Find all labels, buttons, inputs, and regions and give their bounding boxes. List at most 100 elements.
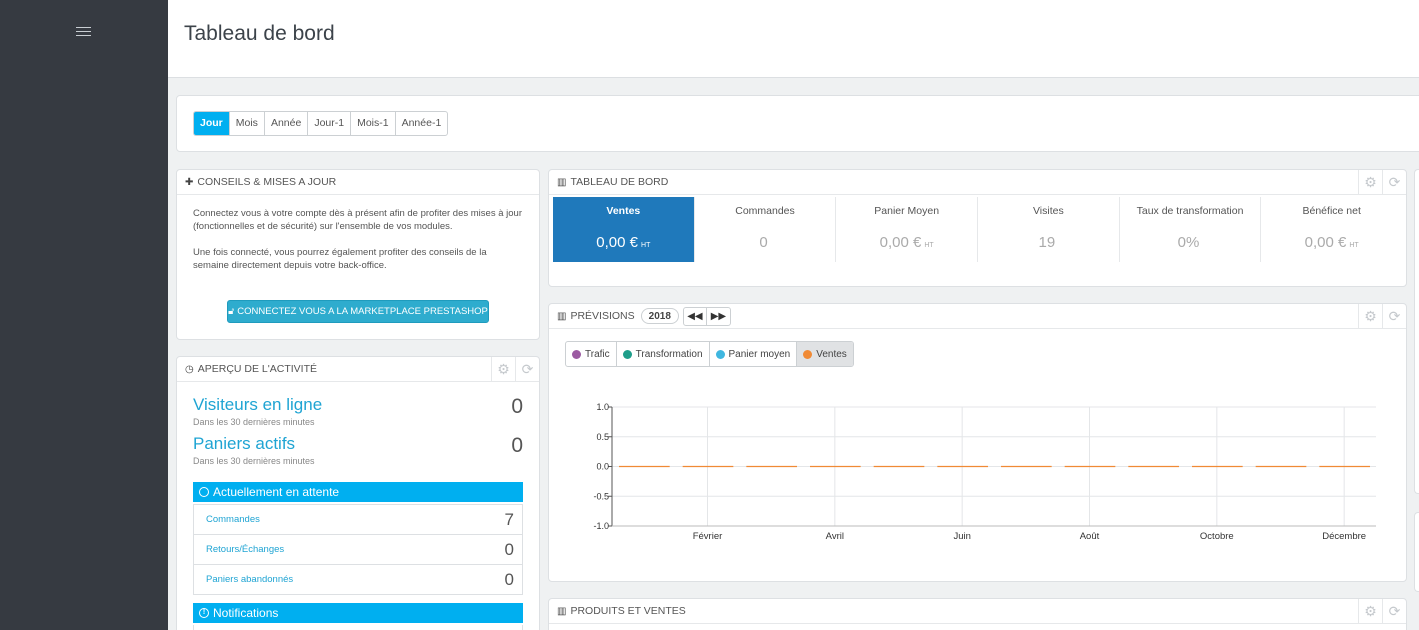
pending-section-header: Actuellement en attente — [193, 482, 523, 502]
kpi-label: Panier Moyen — [874, 205, 940, 217]
dashboard-kpi-panel: ▥ TABLEAU DE BORD ⚙ ⟳ Ventes 0,00 € HT Co… — [548, 169, 1407, 287]
stat-sublabel: Dans les 30 dernières minutes — [193, 456, 315, 466]
kpi-value: 0% — [1177, 234, 1200, 251]
period-annee[interactable]: Année — [265, 112, 309, 135]
section-title: Actuellement en attente — [213, 485, 340, 499]
y-tick-label: 0.5 — [596, 432, 609, 442]
gear-icon[interactable]: ⚙ — [491, 357, 515, 382]
legend-trafic[interactable]: Trafic — [566, 342, 617, 366]
kpi-commandes[interactable]: Commandes 0 — [695, 197, 837, 262]
gear-icon[interactable]: ⚙ — [1358, 599, 1382, 624]
forecast-panel: ▥ PRÉVISIONS 2018 ◀◀ ▶▶ ⚙ ⟳ Trafic Trans… — [548, 303, 1407, 582]
x-tick-label: Décembre — [1322, 531, 1366, 542]
next-year-icon[interactable]: ▶▶ — [707, 308, 730, 325]
gear-icon[interactable]: ⚙ — [1358, 304, 1382, 329]
conseils-paragraph: Connectez vous à votre compte dès à prés… — [193, 208, 522, 232]
active-carts-stat: Paniers actifs Dans les 30 dernières min… — [193, 434, 523, 466]
item-value: 7 — [504, 509, 514, 529]
returns-link[interactable]: Retours/Échanges — [206, 544, 284, 555]
legend-label: Panier moyen — [728, 348, 791, 360]
clipped-panel-edge — [1414, 512, 1419, 592]
item-value: 0 — [504, 569, 514, 589]
panel-header: ▥ TABLEAU DE BORD ⚙ ⟳ — [549, 170, 1406, 195]
period-annee-1[interactable]: Année-1 — [396, 112, 448, 135]
legend-dot — [803, 349, 813, 359]
bar-chart-icon: ▥ — [557, 605, 567, 617]
list-item: Commandes 7 — [194, 504, 522, 534]
x-tick-label: Août — [1080, 531, 1100, 542]
bar-chart-icon: ▥ — [557, 310, 567, 322]
products-panel: ▥ PRODUITS ET VENTES ⚙ ⟳ — [548, 598, 1407, 630]
x-tick-label: Octobre — [1200, 531, 1234, 542]
period-jour-1[interactable]: Jour-1 — [308, 112, 352, 135]
legend-transformation[interactable]: Transformation — [617, 342, 710, 366]
clipped-panel-edge — [1414, 169, 1419, 494]
panel-title: PRÉVISIONS — [570, 310, 635, 322]
stat-label[interactable]: Visiteurs en ligne — [193, 395, 523, 415]
kpi-taux-transformation[interactable]: Taux de transformation 0% — [1120, 197, 1262, 262]
menu-toggle-icon[interactable] — [76, 27, 91, 38]
previous-year-icon[interactable]: ◀◀ — [684, 307, 707, 325]
x-tick-label: Février — [693, 531, 723, 542]
notifications-section-header: ! Notifications — [193, 603, 523, 623]
kpi-visites[interactable]: Visites 19 — [978, 197, 1120, 262]
year-nav: ◀◀ ▶▶ — [682, 306, 731, 326]
panel-title: TABLEAU DE BORD — [570, 176, 669, 188]
kpi-label: Visites — [1032, 205, 1064, 217]
panel-header: ▥ PRODUITS ET VENTES ⚙ ⟳ — [549, 599, 1406, 624]
period-mois[interactable]: Mois — [230, 112, 265, 135]
legend-panier-moyen[interactable]: Panier moyen — [710, 342, 798, 366]
bar-chart-icon: ▥ — [557, 176, 567, 188]
refresh-icon[interactable]: ⟳ — [515, 357, 539, 382]
notifications-list — [193, 625, 523, 630]
puzzle-icon: ✚ — [185, 176, 194, 188]
sidebar — [0, 0, 168, 630]
year-selector[interactable]: 2018 — [640, 308, 679, 324]
clock-icon — [199, 487, 209, 497]
unlock-icon: 🔓︎ — [228, 306, 235, 317]
item-value: 0 — [504, 539, 514, 559]
kpi-value: 0 — [759, 234, 768, 251]
y-tick-label: -1.0 — [593, 521, 609, 531]
stat-value: 0 — [511, 395, 523, 418]
gear-icon[interactable]: ⚙ — [1358, 170, 1382, 195]
refresh-icon[interactable]: ⟳ — [1382, 304, 1406, 329]
stat-value: 0 — [511, 434, 523, 457]
refresh-icon[interactable]: ⟳ — [1382, 599, 1406, 624]
kpi-value: 19 — [1038, 234, 1056, 251]
legend-dot — [572, 349, 581, 359]
legend-label: Trafic — [585, 348, 610, 360]
conseils-paragraph: Une fois connecté, vous pourrez égalemen… — [193, 247, 487, 271]
pending-list: Commandes 7 Retours/Échanges 0 Paniers a… — [193, 504, 523, 595]
conseils-text: Connectez vous à votre compte dès à prés… — [177, 195, 539, 272]
period-jour[interactable]: Jour — [194, 112, 230, 135]
pending-orders-link[interactable]: Commandes — [206, 514, 260, 525]
period-selector: Jour Mois Année Jour-1 Mois-1 Année-1 — [193, 111, 449, 136]
period-mois-1[interactable]: Mois-1 — [351, 112, 396, 135]
kpi-panier-moyen[interactable]: Panier Moyen 0,00 € HT — [836, 197, 979, 262]
abandoned-carts-link[interactable]: Paniers abandonnés — [206, 574, 293, 585]
period-bar: Jour Mois Année Jour-1 Mois-1 Année-1 — [176, 95, 1419, 152]
kpi-label: Bénéfice net — [1302, 205, 1361, 217]
activity-panel: ◷ APERÇU DE L'ACTIVITÉ ⚙ ⟳ Visiteurs en … — [176, 356, 540, 630]
page-header: Tableau de bord — [168, 0, 1419, 78]
marketplace-connect-button[interactable]: 🔓︎ CONNECTEZ VOUS A LA MARKETPLACE PREST… — [227, 300, 489, 323]
info-icon: ! — [199, 608, 209, 618]
kpi-suffix: HT — [641, 242, 651, 249]
kpi-label: Ventes — [606, 205, 641, 217]
panel-title: PRODUITS ET VENTES — [570, 605, 686, 617]
kpi-value: 0,00 € — [879, 234, 922, 251]
refresh-icon[interactable]: ⟳ — [1382, 170, 1406, 195]
legend-ventes[interactable]: Ventes — [797, 342, 853, 366]
kpi-ventes[interactable]: Ventes 0,00 € HT — [553, 197, 695, 262]
x-tick-label: Avril — [826, 531, 844, 542]
kpi-suffix: HT — [1349, 242, 1359, 249]
legend-dot — [622, 349, 632, 359]
kpi-benefice-net[interactable]: Bénéfice net 0,00 € HT — [1261, 197, 1402, 262]
panel-header: ◷ APERÇU DE L'ACTIVITÉ ⚙ ⟳ — [177, 357, 539, 382]
kpi-value: 0,00 € — [1304, 234, 1347, 251]
stat-label[interactable]: Paniers actifs — [193, 434, 523, 454]
kpi-label: Taux de transformation — [1136, 205, 1244, 217]
y-tick-label: 0.0 — [596, 462, 609, 472]
y-tick-label: 1.0 — [596, 402, 609, 412]
